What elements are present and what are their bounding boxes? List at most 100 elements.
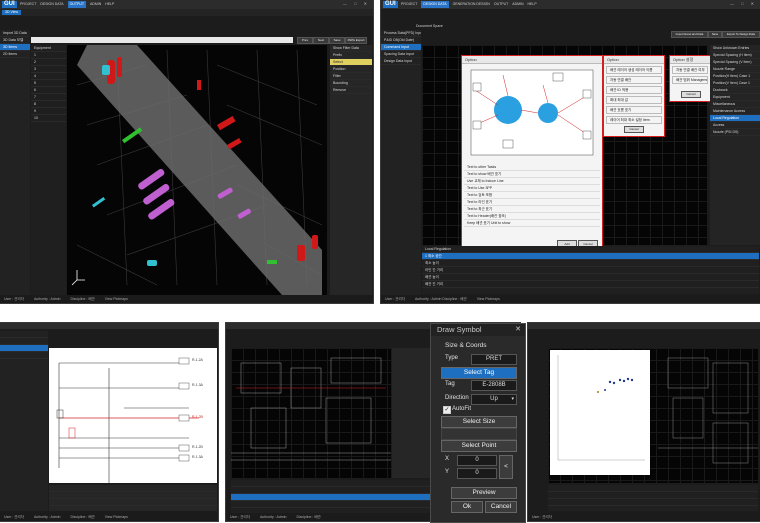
table-row[interactable] (49, 499, 217, 506)
path-bar[interactable] (31, 37, 293, 43)
select-size-button[interactable]: Select Size (441, 416, 517, 428)
ok-button[interactable]: Ok (451, 501, 483, 513)
menu-generation-design[interactable]: GENERATION DESIGN (453, 1, 490, 8)
option2-cancel-button[interactable]: Cancel (681, 91, 701, 98)
x-field[interactable]: 0 (457, 455, 497, 466)
type-field[interactable]: PRET (471, 354, 517, 365)
tree-item[interactable]: 2 (31, 59, 66, 66)
window-controls[interactable]: — □ ✕ (343, 1, 370, 6)
option-row[interactable]: 레이어 최대 최소 설정 Item (606, 116, 662, 124)
dialog-row[interactable]: Text to show 배관 표기 (464, 171, 600, 178)
close-icon[interactable]: ✕ (515, 325, 521, 333)
table-row[interactable] (548, 499, 758, 506)
table-row[interactable] (49, 485, 217, 492)
table-row[interactable] (231, 494, 431, 501)
tag-field[interactable]: E-2808B (471, 380, 517, 391)
left-menu-item[interactable]: 2D Items (0, 51, 30, 58)
arrow-left-icon[interactable]: < (499, 455, 513, 479)
menu-output[interactable]: OUTPUT (67, 1, 86, 8)
select-point-button[interactable]: Select Point (441, 440, 517, 452)
option-row[interactable]: 배관 레이어 생성 레이어 이름 (606, 66, 662, 74)
table-row[interactable]: 라인 간 거리 (422, 267, 759, 274)
nav-item[interactable]: Process Data(PFD) Input (381, 30, 421, 37)
entry-item[interactable]: Special Spacing (V Item) (710, 59, 760, 66)
tree-item[interactable]: 6 (31, 87, 66, 94)
window-controls[interactable]: — □ ✕ (730, 1, 757, 6)
table-row[interactable]: 1 최소 공간 (422, 253, 759, 260)
tree-item[interactable]: 4 (31, 73, 66, 80)
nav-item[interactable]: Command Input (381, 44, 421, 51)
pid-canvas[interactable]: R-1.2A R-1.3A R-1.2B R-1.2D R-1.3A (49, 348, 217, 483)
tree-item[interactable]: 8 (31, 101, 66, 108)
menu-project[interactable]: PROJECT (401, 1, 417, 8)
option-row[interactable]: 확대 최대 값 (606, 96, 662, 104)
table-row[interactable] (231, 480, 431, 487)
subtab-3d-view[interactable]: 3D View (2, 10, 21, 15)
entry-item[interactable]: Position(H Item) Case 1 (710, 73, 760, 80)
menu-admin[interactable]: ADMIN (90, 1, 101, 8)
table-row[interactable]: 배관 높이 (422, 274, 759, 281)
table-row[interactable] (548, 485, 758, 492)
table-row[interactable] (49, 492, 217, 499)
autofit-checkbox[interactable]: ✓ (443, 406, 451, 414)
bounding-label[interactable]: Bounding (330, 80, 372, 87)
nav-item[interactable]: Spacing Data Input (381, 51, 421, 58)
menu-output[interactable]: OUTPUT (494, 1, 508, 8)
menu-admin[interactable]: ADMIN (512, 1, 523, 8)
table-row[interactable] (231, 501, 431, 508)
menu-help[interactable]: HELP (105, 1, 114, 8)
tree-row[interactable] (0, 345, 48, 352)
dwg-export-button[interactable]: DWG Export (345, 37, 367, 44)
next-button[interactable]: Next (313, 37, 329, 44)
menu-help[interactable]: HELP (528, 1, 537, 8)
entry-item[interactable]: Nozzle Range (710, 66, 760, 73)
entry-item[interactable]: Nozzle (PSI DS) (710, 129, 760, 136)
entry-item[interactable]: Equipment (710, 94, 760, 101)
cancel-button[interactable]: Cancel (485, 501, 517, 513)
tree-item[interactable]: 7 (31, 94, 66, 101)
table-row[interactable]: 배관 간 거리 (422, 281, 759, 288)
tree-item[interactable]: 3 (31, 66, 66, 73)
option-row[interactable]: 자동 연결 배관 (606, 76, 662, 84)
subtab-document-space[interactable]: Document Space (416, 24, 443, 28)
tree-row[interactable] (0, 331, 48, 338)
entry-item[interactable]: Ductwork (710, 87, 760, 94)
left-menu-item[interactable]: Import 3D Data (0, 30, 30, 37)
dialog-row[interactable]: Keep 배관 표기 Unit to show (464, 220, 600, 227)
plot-canvas[interactable] (231, 348, 391, 478)
option-row[interactable]: 자동 연결 배관 여부 (672, 66, 708, 74)
prev-button[interactable]: Prev (297, 37, 313, 44)
left-menu-item[interactable]: 3D Items (0, 44, 30, 51)
option-row[interactable]: 배관 ID 적용 (606, 86, 662, 94)
3d-viewport[interactable] (67, 45, 327, 295)
select-field[interactable]: Select (330, 59, 372, 66)
entry-item[interactable]: Local Regulation (710, 115, 760, 122)
entry-item[interactable]: Access (710, 122, 760, 129)
tree-item[interactable]: 10 (31, 115, 66, 122)
tree-row[interactable] (0, 338, 48, 345)
export-design-button[interactable]: Export To Design Data (722, 31, 760, 38)
entry-item[interactable]: Maintenance Access (710, 108, 760, 115)
dialog-row[interactable]: Text to 라인 표기 (464, 199, 600, 206)
option-cancel-button[interactable]: Cancel (624, 126, 644, 133)
menu-design-data[interactable]: DESIGN DATA (421, 1, 449, 8)
dialog-row[interactable]: Text to 검토 포함 (464, 192, 600, 199)
tree-row[interactable] (0, 352, 48, 359)
dialog-row[interactable]: Text to other Tasks (464, 164, 600, 171)
save-button[interactable]: Save (708, 31, 722, 38)
entry-item[interactable]: Position(V Item) Case 1 (710, 80, 760, 87)
table-row[interactable] (548, 492, 758, 499)
entry-item[interactable]: Special Spacing (H Item) (710, 52, 760, 59)
nav-item[interactable]: Design Data Input (381, 58, 421, 65)
preview-button[interactable]: Preview (451, 487, 517, 499)
remove-label[interactable]: Remove (330, 87, 372, 94)
menu-project[interactable]: PROJECT (20, 1, 36, 8)
save-button[interactable]: Save (329, 37, 345, 44)
option-row[interactable]: 배관 흐름 표기 (606, 106, 662, 114)
menu-design-data[interactable]: DESIGN DATA (40, 1, 63, 8)
tree-header[interactable]: Equipment (31, 45, 66, 52)
y-field[interactable]: 0 (457, 468, 497, 479)
select-tag-button[interactable]: Select Tag (441, 367, 517, 379)
table-row[interactable] (231, 487, 431, 494)
left-menu-item[interactable]: 3D Data 모델 (0, 37, 30, 44)
